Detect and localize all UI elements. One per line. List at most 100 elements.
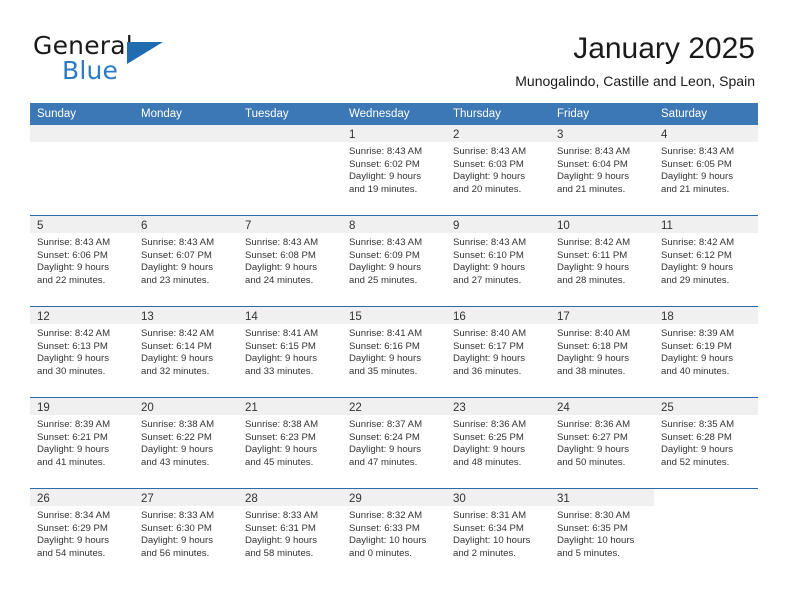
day-number-header: 20 [134,398,238,415]
day-detail-line: and 5 minutes. [557,547,620,559]
day-detail-line: Daylight: 9 hours [141,262,213,274]
day-cell-18[interactable]: 18 Sunrise: 8:39 AM Sunset: 6:19 PM Dayligh… [654,307,758,397]
day-number-header: 3 [550,125,654,142]
day-cell-11[interactable]: 11 Sunrise: 8:42 AM Sunset: 6:12 PM Dayligh… [654,216,758,306]
day-detail-line: Sunset: 6:14 PM [141,340,212,352]
day-number-header [30,125,134,142]
day-detail-line: Daylight: 9 hours [349,262,421,274]
day-details: Sunrise: 8:42 AM Sunset: 6:14 PM Daylight:… [134,324,238,378]
day-details: Sunrise: 8:43 AM Sunset: 6:08 PM Daylight:… [238,233,342,287]
day-number: 12 [37,311,50,323]
day-details: Sunrise: 8:42 AM Sunset: 6:11 PM Daylight:… [550,233,654,287]
day-detail-line: and 43 minutes. [141,456,210,468]
day-detail-line: Daylight: 9 hours [349,171,421,183]
day-cell-16[interactable]: 16 Sunrise: 8:40 AM Sunset: 6:17 PM Dayligh… [446,307,550,397]
day-cell-22[interactable]: 22 Sunrise: 8:37 AM Sunset: 6:24 PM Dayligh… [342,398,446,488]
day-cell-15[interactable]: 15 Sunrise: 8:41 AM Sunset: 6:16 PM Dayligh… [342,307,446,397]
day-cell-3[interactable]: 3 Sunrise: 8:43 AM Sunset: 6:04 PM Daylight… [550,125,654,215]
day-number-header: 19 [30,398,134,415]
day-detail-line: and 33 minutes. [245,365,314,377]
day-cell-20[interactable]: 20 Sunrise: 8:38 AM Sunset: 6:22 PM Dayligh… [134,398,238,488]
day-cell-31[interactable]: 31 Sunrise: 8:30 AM Sunset: 6:35 PM Dayligh… [550,489,654,579]
day-number: 16 [453,311,466,323]
day-detail-line: Sunset: 6:35 PM [557,522,628,534]
day-detail-line: and 41 minutes. [37,456,106,468]
day-detail-line: Daylight: 10 hours [349,535,427,547]
day-cell-24[interactable]: 24 Sunrise: 8:36 AM Sunset: 6:27 PM Dayligh… [550,398,654,488]
calendar-week-row: 26 Sunrise: 8:34 AM Sunset: 6:29 PM Dayligh… [30,488,758,579]
day-cell-21[interactable]: 21 Sunrise: 8:38 AM Sunset: 6:23 PM Dayligh… [238,398,342,488]
day-cell-2[interactable]: 2 Sunrise: 8:43 AM Sunset: 6:03 PM Daylight… [446,125,550,215]
day-cell-7[interactable]: 7 Sunrise: 8:43 AM Sunset: 6:08 PM Daylight… [238,216,342,306]
day-detail-line: Daylight: 9 hours [453,444,525,456]
day-detail-line: and 58 minutes. [245,547,314,559]
general-blue-logo[interactable]: General Blue [33,33,233,91]
day-details [238,142,342,146]
day-number-header: 8 [342,216,446,233]
day-number: 19 [37,402,50,414]
day-cell-25[interactable]: 25 Sunrise: 8:35 AM Sunset: 6:28 PM Dayligh… [654,398,758,488]
day-number-header: 25 [654,398,758,415]
day-cell-17[interactable]: 17 Sunrise: 8:40 AM Sunset: 6:18 PM Dayligh… [550,307,654,397]
day-detail-line: Daylight: 9 hours [141,444,213,456]
day-cell-10[interactable]: 10 Sunrise: 8:42 AM Sunset: 6:11 PM Dayligh… [550,216,654,306]
day-details: Sunrise: 8:41 AM Sunset: 6:15 PM Daylight:… [238,324,342,378]
day-number: 15 [349,311,362,323]
calendar-page: General Blue January 2025 Munogalindo, C… [0,0,792,612]
day-number-header: 4 [654,125,758,142]
location-subtitle: Munogalindo, Castille and Leon, Spain [515,73,755,89]
day-detail-line: Sunrise: 8:43 AM [453,237,527,248]
day-details: Sunrise: 8:43 AM Sunset: 6:07 PM Daylight:… [134,233,238,287]
day-cell-4[interactable]: 4 Sunrise: 8:43 AM Sunset: 6:05 PM Daylight… [654,125,758,215]
weekday-header-sunday: Sunday [37,108,77,120]
day-number-header: 5 [30,216,134,233]
day-detail-line: and 36 minutes. [453,365,522,377]
day-cell-6[interactable]: 6 Sunrise: 8:43 AM Sunset: 6:07 PM Daylight… [134,216,238,306]
day-detail-line: Sunset: 6:02 PM [349,158,420,170]
day-details: Sunrise: 8:35 AM Sunset: 6:28 PM Daylight:… [654,415,758,469]
day-details: Sunrise: 8:34 AM Sunset: 6:29 PM Daylight:… [30,506,134,560]
day-detail-line: Sunset: 6:30 PM [141,522,212,534]
weekday-header-saturday: Saturday [661,108,708,120]
day-cell-19[interactable]: 19 Sunrise: 8:39 AM Sunset: 6:21 PM Dayligh… [30,398,134,488]
day-detail-line: Sunrise: 8:43 AM [453,146,527,157]
day-number: 18 [661,311,674,323]
day-cell-26[interactable]: 26 Sunrise: 8:34 AM Sunset: 6:29 PM Dayligh… [30,489,134,579]
day-detail-line: Sunrise: 8:38 AM [141,419,215,430]
day-details [134,142,238,146]
day-cell-9[interactable]: 9 Sunrise: 8:43 AM Sunset: 6:10 PM Daylight… [446,216,550,306]
day-cell-12[interactable]: 12 Sunrise: 8:42 AM Sunset: 6:13 PM Dayligh… [30,307,134,397]
day-cell-empty [30,125,134,215]
day-details: Sunrise: 8:43 AM Sunset: 6:03 PM Daylight:… [446,142,550,196]
masthead: General Blue January 2025 Munogalindo, C… [0,0,792,100]
day-detail-line: Sunset: 6:19 PM [661,340,732,352]
day-number: 25 [661,402,674,414]
day-cell-28[interactable]: 28 Sunrise: 8:33 AM Sunset: 6:31 PM Dayligh… [238,489,342,579]
day-cell-1[interactable]: 1 Sunrise: 8:43 AM Sunset: 6:02 PM Daylight… [342,125,446,215]
day-number-header: 23 [446,398,550,415]
day-cell-empty [134,125,238,215]
logo-text-general: General [33,31,133,60]
day-number-header: 28 [238,489,342,506]
day-detail-line: Sunset: 6:05 PM [661,158,732,170]
day-detail-line: Sunset: 6:21 PM [37,431,108,443]
day-cell-5[interactable]: 5 Sunrise: 8:43 AM Sunset: 6:06 PM Daylight… [30,216,134,306]
day-detail-line: Sunset: 6:08 PM [245,249,316,261]
day-cell-29[interactable]: 29 Sunrise: 8:32 AM Sunset: 6:33 PM Dayligh… [342,489,446,579]
day-detail-line: Sunrise: 8:40 AM [557,328,631,339]
day-detail-line: and 20 minutes. [453,183,522,195]
day-cell-14[interactable]: 14 Sunrise: 8:41 AM Sunset: 6:15 PM Dayligh… [238,307,342,397]
day-number-header: 9 [446,216,550,233]
day-cell-13[interactable]: 13 Sunrise: 8:42 AM Sunset: 6:14 PM Dayligh… [134,307,238,397]
day-detail-line: Sunset: 6:12 PM [661,249,732,261]
day-detail-line: Sunrise: 8:43 AM [349,146,423,157]
day-details [30,142,134,146]
day-detail-line: Daylight: 9 hours [141,353,213,365]
day-detail-line: Daylight: 9 hours [245,444,317,456]
day-cell-27[interactable]: 27 Sunrise: 8:33 AM Sunset: 6:30 PM Dayligh… [134,489,238,579]
day-details: Sunrise: 8:38 AM Sunset: 6:23 PM Daylight:… [238,415,342,469]
day-cell-8[interactable]: 8 Sunrise: 8:43 AM Sunset: 6:09 PM Daylight… [342,216,446,306]
day-details: Sunrise: 8:43 AM Sunset: 6:10 PM Daylight:… [446,233,550,287]
day-cell-23[interactable]: 23 Sunrise: 8:36 AM Sunset: 6:25 PM Dayligh… [446,398,550,488]
day-cell-30[interactable]: 30 Sunrise: 8:31 AM Sunset: 6:34 PM Dayligh… [446,489,550,579]
